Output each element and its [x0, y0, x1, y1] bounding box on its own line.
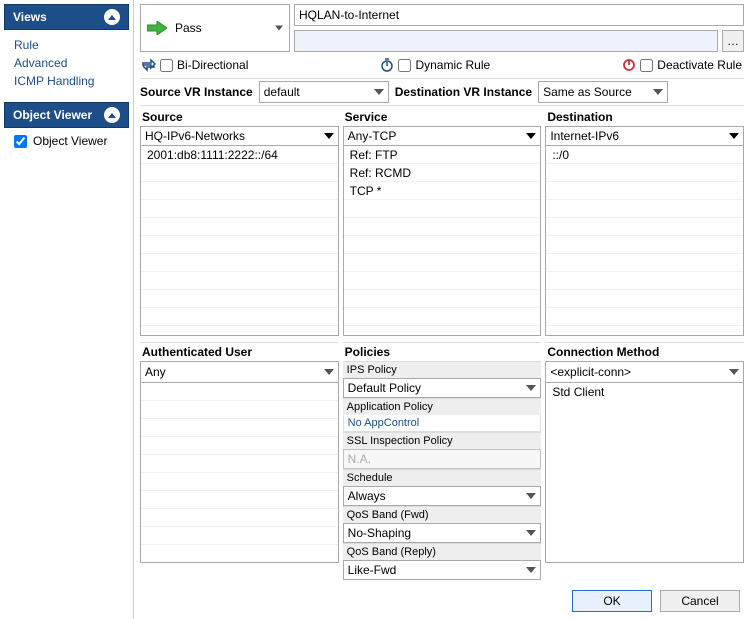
destination-header: Destination — [545, 108, 744, 126]
main: Pass … Bi-Directional Dynamic Rule — [134, 0, 750, 619]
objectviewer-checkbox-row[interactable]: Object Viewer — [14, 134, 123, 148]
objectviewer-checkbox-label: Object Viewer — [33, 134, 107, 148]
stopwatch-icon — [380, 58, 394, 72]
power-icon — [622, 58, 636, 72]
sidebar-item-advanced[interactable]: Advanced — [14, 54, 123, 72]
schedule-select[interactable]: Always — [343, 486, 542, 506]
list-item[interactable]: Ref: RCMD — [344, 164, 541, 182]
views-header[interactable]: Views — [4, 4, 129, 30]
connection-select[interactable]: <explicit-conn> — [545, 361, 744, 383]
list-item[interactable]: ::/0 — [546, 146, 743, 164]
dest-vr-label: Destination VR Instance — [395, 85, 532, 99]
source-header: Source — [140, 108, 339, 126]
dynamic-checkbox[interactable] — [398, 59, 411, 72]
bidirectional-label: Bi-Directional — [177, 58, 248, 72]
bidirectional-icon — [142, 58, 156, 72]
deactivate-label: Deactivate Rule — [657, 58, 742, 72]
objectviewer-checkbox[interactable] — [14, 135, 27, 148]
chevron-up-icon — [104, 9, 120, 25]
destination-listbox[interactable]: ::/0 — [545, 146, 744, 336]
deactivate-option[interactable]: Deactivate Rule — [622, 58, 742, 72]
list-item[interactable]: Std Client — [546, 383, 743, 401]
qos-fwd-select[interactable]: No-Shaping — [343, 523, 542, 543]
description-more-button[interactable]: … — [722, 30, 744, 52]
deactivate-checkbox[interactable] — [640, 59, 653, 72]
ssl-policy-label: SSL Inspection Policy — [343, 432, 542, 449]
qos-reply-label: QoS Band (Reply) — [343, 543, 542, 560]
rule-name-input[interactable] — [294, 4, 744, 26]
source-listbox[interactable]: 2001:db8:1111:2222::/64 — [140, 146, 339, 336]
auth-header: Authenticated User — [140, 342, 339, 361]
ssl-policy-select: N.A. — [343, 449, 542, 469]
cancel-button[interactable]: Cancel — [660, 590, 740, 612]
connection-listbox[interactable]: Std Client — [545, 383, 744, 563]
rule-description-input[interactable] — [294, 30, 718, 52]
auth-select[interactable]: Any — [140, 361, 339, 383]
service-header: Service — [343, 108, 542, 126]
bidirectional-checkbox[interactable] — [160, 59, 173, 72]
sidebar-item-icmp[interactable]: ICMP Handling — [14, 72, 123, 90]
app-policy-label: Application Policy — [343, 398, 542, 415]
objectviewer-title: Object Viewer — [13, 108, 92, 122]
source-select[interactable]: HQ-IPv6-Networks — [140, 126, 339, 146]
list-item[interactable]: Ref: FTP — [344, 146, 541, 164]
dynamic-label: Dynamic Rule — [415, 58, 490, 72]
sidebar-item-rule[interactable]: Rule — [14, 36, 123, 54]
objectviewer-header[interactable]: Object Viewer — [4, 102, 129, 128]
views-title: Views — [13, 10, 47, 24]
source-vr-label: Source VR Instance — [140, 85, 253, 99]
qos-fwd-label: QoS Band (Fwd) — [343, 506, 542, 523]
dynamic-option[interactable]: Dynamic Rule — [380, 58, 490, 72]
source-vr-select[interactable]: default — [259, 81, 389, 103]
sidebar: Views Rule Advanced ICMP Handling Object… — [0, 0, 134, 619]
connection-header: Connection Method — [545, 342, 744, 361]
auth-listbox[interactable] — [140, 383, 339, 563]
schedule-label: Schedule — [343, 469, 542, 486]
action-select[interactable]: Pass — [140, 4, 290, 52]
views-body: Rule Advanced ICMP Handling — [0, 30, 133, 102]
chevron-up-icon — [104, 107, 120, 123]
list-item[interactable]: TCP * — [344, 182, 541, 200]
dest-vr-select[interactable]: Same as Source — [538, 81, 668, 103]
action-label: Pass — [175, 21, 202, 35]
ok-button[interactable]: OK — [572, 590, 652, 612]
service-listbox[interactable]: Ref: FTP Ref: RCMD TCP * — [343, 146, 542, 336]
ips-policy-label: IPS Policy — [343, 361, 542, 378]
list-item[interactable]: 2001:db8:1111:2222::/64 — [141, 146, 338, 164]
ips-policy-select[interactable]: Default Policy — [343, 378, 542, 398]
qos-reply-select[interactable]: Like-Fwd — [343, 560, 542, 580]
app-policy-link[interactable]: No AppControl — [343, 415, 542, 432]
pass-arrow-icon — [147, 21, 167, 35]
objectviewer-body: Object Viewer — [0, 128, 133, 160]
service-select[interactable]: Any-TCP — [343, 126, 542, 146]
destination-select[interactable]: Internet-IPv6 — [545, 126, 744, 146]
policies-header: Policies — [343, 342, 542, 361]
bidirectional-option[interactable]: Bi-Directional — [142, 58, 248, 72]
